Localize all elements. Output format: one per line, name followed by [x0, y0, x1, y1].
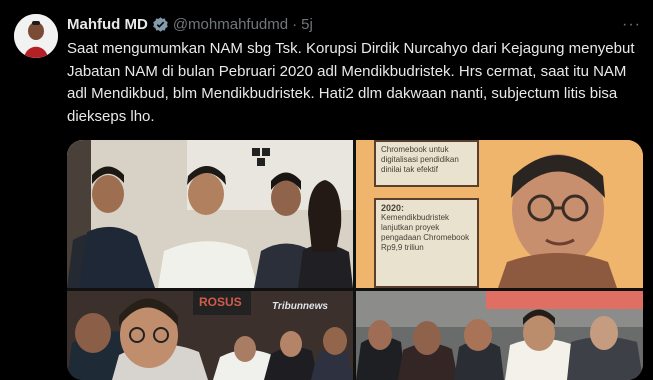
media-image-3[interactable]: ROSUS Tribunnews [67, 291, 353, 380]
watermark: Tribunnews [272, 301, 328, 312]
media-image-2[interactable]: Chromebook untuk digitalisasi pendidikan… [356, 140, 643, 288]
separator: · [292, 15, 298, 33]
tweet-time[interactable]: 5j [301, 16, 313, 33]
background-sign: ROSUS [199, 295, 242, 309]
infographic-text-2: Kemendikbudristek lanjutkan proyek penga… [381, 213, 470, 252]
media-image-4[interactable] [356, 291, 643, 380]
verified-icon [153, 16, 168, 32]
infographic-text-1: Chromebook untuk digitalisasi pendidikan… [381, 145, 459, 174]
author-name[interactable]: Mahfud MD [67, 16, 148, 33]
tweet-media-grid: Chromebook untuk digitalisasi pendidikan… [67, 140, 643, 380]
author-handle[interactable]: @mohmahfudmd [173, 16, 288, 33]
media-image-1[interactable] [67, 140, 353, 288]
infographic-title-2: 2020: [381, 203, 405, 213]
author-avatar[interactable] [14, 14, 58, 58]
infographic-box-1: Chromebook untuk digitalisasi pendidikan… [374, 140, 479, 187]
tweet-header: Mahfud MD @mohmahfudmd · 5j [67, 14, 633, 34]
more-options-icon[interactable]: ··· [622, 16, 641, 34]
tweet: Mahfud MD @mohmahfudmd · 5j ··· Saat men… [0, 0, 653, 380]
tweet-text: Saat mengumumkan NAM sbg Tsk. Korupsi Di… [67, 40, 635, 125]
infographic-box-2: 2020: Kemendikbudristek lanjutkan proyek… [374, 198, 479, 288]
